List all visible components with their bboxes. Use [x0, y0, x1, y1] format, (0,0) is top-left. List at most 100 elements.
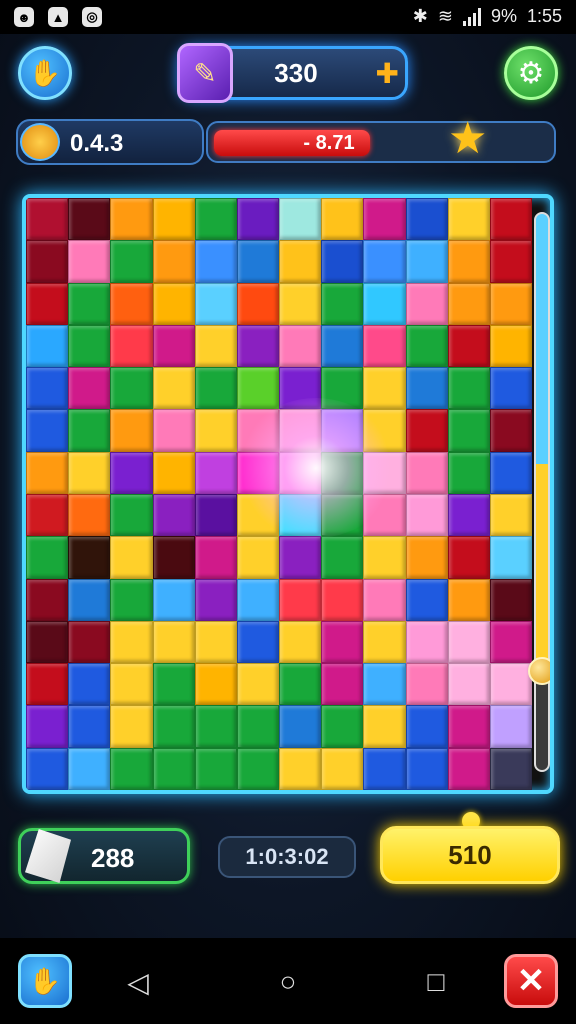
puzzle-piece[interactable] — [68, 578, 111, 621]
puzzle-piece[interactable] — [68, 409, 111, 452]
puzzle-piece[interactable] — [321, 451, 364, 494]
puzzle-piece[interactable] — [447, 620, 490, 664]
puzzle-piece[interactable] — [26, 409, 69, 452]
puzzle-piece[interactable] — [279, 663, 322, 706]
puzzle-piece[interactable] — [152, 409, 195, 452]
puzzle-piece[interactable] — [489, 282, 532, 325]
puzzle-piece[interactable] — [26, 705, 69, 748]
puzzle-piece[interactable] — [489, 240, 532, 283]
puzzle-piece[interactable] — [405, 493, 448, 537]
puzzle-piece[interactable] — [194, 451, 237, 494]
puzzle-piece[interactable] — [236, 409, 279, 452]
puzzle-piece[interactable] — [321, 578, 364, 621]
puzzle-piece[interactable] — [405, 409, 448, 452]
puzzle-piece[interactable] — [279, 282, 322, 325]
puzzle-piece[interactable] — [26, 578, 69, 621]
home-button[interactable]: ○ — [272, 966, 304, 998]
puzzle-piece[interactable] — [489, 536, 532, 579]
puzzle-piece[interactable] — [405, 451, 448, 494]
puzzle-piece[interactable] — [236, 747, 279, 790]
puzzle-piece[interactable] — [152, 620, 195, 664]
puzzle-piece[interactable] — [363, 493, 406, 537]
puzzle-piece[interactable] — [447, 578, 490, 621]
puzzle-piece[interactable] — [194, 198, 237, 241]
puzzle-piece[interactable] — [363, 409, 406, 452]
puzzle-piece[interactable] — [236, 493, 279, 537]
puzzle-piece[interactable] — [26, 367, 69, 410]
puzzle-piece[interactable] — [26, 324, 69, 368]
puzzle-piece[interactable] — [279, 198, 322, 241]
puzzle-piece[interactable] — [68, 240, 111, 283]
puzzle-piece[interactable] — [363, 747, 406, 790]
puzzle-piece[interactable] — [363, 536, 406, 579]
puzzle-piece[interactable] — [279, 324, 322, 368]
puzzle-piece[interactable] — [194, 324, 237, 368]
puzzle-piece[interactable] — [363, 240, 406, 283]
zoom-slider[interactable] — [534, 212, 550, 772]
puzzle-piece[interactable] — [489, 705, 532, 748]
puzzle-piece[interactable] — [447, 198, 490, 241]
puzzle-piece[interactable] — [321, 324, 364, 368]
puzzle-piece[interactable] — [236, 536, 279, 579]
puzzle-piece[interactable] — [236, 705, 279, 748]
puzzle-piece[interactable] — [26, 493, 69, 537]
puzzle-piece[interactable] — [363, 367, 406, 410]
puzzle-piece[interactable] — [363, 324, 406, 368]
puzzle-piece[interactable] — [194, 536, 237, 579]
puzzle-piece[interactable] — [363, 578, 406, 621]
puzzle-piece[interactable] — [447, 705, 490, 748]
puzzle-piece[interactable] — [26, 282, 69, 325]
zoom-slider-handle[interactable] — [528, 657, 550, 685]
puzzle-piece[interactable] — [194, 282, 237, 325]
puzzle-piece[interactable] — [447, 493, 490, 537]
puzzle-piece[interactable] — [68, 282, 111, 325]
puzzle-piece[interactable] — [321, 536, 364, 579]
puzzle-piece[interactable] — [194, 493, 237, 537]
puzzle-piece[interactable] — [194, 240, 237, 283]
puzzle-piece[interactable] — [68, 536, 111, 579]
back-button[interactable]: ◁ — [122, 966, 154, 998]
puzzle-piece[interactable] — [489, 747, 532, 790]
puzzle-piece[interactable] — [321, 620, 364, 664]
puzzle-piece[interactable] — [321, 240, 364, 283]
puzzle-piece[interactable] — [321, 282, 364, 325]
puzzle-piece[interactable] — [405, 663, 448, 706]
puzzle-piece[interactable] — [110, 578, 153, 621]
puzzle-piece[interactable] — [447, 282, 490, 325]
puzzle-piece[interactable] — [321, 747, 364, 790]
puzzle-piece[interactable] — [363, 451, 406, 494]
gold-button[interactable]: 510 — [380, 826, 560, 884]
puzzle-piece[interactable] — [26, 240, 69, 283]
puzzle-piece[interactable] — [68, 747, 111, 790]
puzzle-piece[interactable] — [489, 578, 532, 621]
puzzle-piece[interactable] — [194, 663, 237, 706]
puzzle-piece[interactable] — [152, 198, 195, 241]
puzzle-piece[interactable] — [194, 578, 237, 621]
puzzle-piece[interactable] — [447, 451, 490, 494]
puzzle-piece[interactable] — [447, 663, 490, 706]
puzzle-piece[interactable] — [279, 367, 322, 410]
puzzle-piece[interactable] — [321, 409, 364, 452]
puzzle-piece[interactable] — [279, 578, 322, 621]
puzzle-piece[interactable] — [405, 747, 448, 790]
puzzle-piece[interactable] — [26, 198, 69, 241]
puzzle-piece[interactable] — [68, 705, 111, 748]
puzzle-grid[interactable] — [26, 198, 532, 790]
puzzle-piece[interactable] — [110, 705, 153, 748]
puzzle-piece[interactable] — [26, 747, 69, 790]
puzzle-piece[interactable] — [110, 324, 153, 368]
puzzle-piece[interactable] — [152, 747, 195, 790]
puzzle-piece[interactable] — [152, 578, 195, 621]
puzzle-piece[interactable] — [405, 578, 448, 621]
puzzle-piece[interactable] — [279, 747, 322, 790]
hint-button[interactable]: ✋ — [18, 46, 72, 100]
puzzle-piece[interactable] — [194, 409, 237, 452]
puzzle-piece[interactable] — [110, 620, 153, 664]
puzzle-piece[interactable] — [110, 367, 153, 410]
puzzle-piece[interactable] — [405, 240, 448, 283]
puzzle-piece[interactable] — [405, 282, 448, 325]
puzzle-piece[interactable] — [447, 409, 490, 452]
puzzle-piece[interactable] — [363, 663, 406, 706]
puzzle-piece[interactable] — [321, 663, 364, 706]
puzzle-piece[interactable] — [194, 367, 237, 410]
